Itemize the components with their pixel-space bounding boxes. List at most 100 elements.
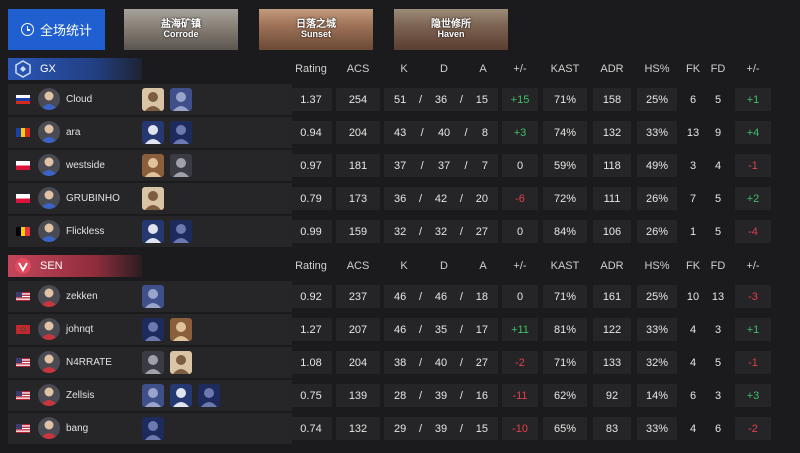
player-row[interactable]: zekken 0.92 237 46 / 46 / 18 0 71% 161 25% 10 13 -3 — [8, 281, 792, 312]
stat-fk: 4 — [689, 323, 697, 336]
player-name[interactable]: zekken — [66, 281, 98, 312]
team-name-badge: GX — [8, 58, 142, 80]
column-header: A — [479, 63, 487, 75]
column-header: +/- — [513, 260, 527, 272]
agent-portrait-icon — [142, 417, 164, 440]
stat-k: 32 — [394, 225, 407, 238]
stat-kast: 71% — [543, 285, 587, 308]
agent-portrait-icon — [170, 351, 192, 374]
agent-portrait-icon — [170, 220, 192, 243]
player-name[interactable]: westside — [66, 150, 105, 181]
stat-rating: 1.37 — [290, 88, 332, 111]
stat-pm: 0 — [502, 220, 538, 243]
player-row[interactable]: ara 0.94 204 43 / 40 / 8 +3 74% 132 33% 13 9 +4 — [8, 117, 792, 148]
stat-adr: 83 — [593, 417, 631, 440]
stat-pm: 0 — [502, 154, 538, 177]
stat-fk: 1 — [689, 225, 697, 238]
flag-usa-icon — [16, 292, 30, 301]
stat-kast: 71% — [543, 88, 587, 111]
agent-portrait-icon — [142, 88, 164, 111]
player-name[interactable]: N4RRATE — [66, 347, 112, 378]
map-name-en: Sunset — [300, 29, 331, 40]
stat-d: 40 — [434, 356, 448, 369]
stat-d: 46 — [434, 290, 448, 303]
stat-pm: -10 — [502, 417, 538, 440]
kda-cell: 29 / 39 / 15 — [384, 417, 498, 440]
stat-a: 18 — [475, 290, 488, 303]
stat-acs: 237 — [336, 285, 380, 308]
column-header: ADR — [600, 63, 624, 75]
player-row[interactable]: Cloud 1.37 254 51 / 36 / 15 +15 71% 158 25% 6 5 +1 — [8, 84, 792, 115]
stat-adr: 158 — [593, 88, 631, 111]
stat-rating: 0.79 — [290, 187, 332, 210]
stat-hs: 33% — [637, 121, 677, 144]
stat-acs: 204 — [336, 351, 380, 374]
stat-k: 46 — [394, 290, 407, 303]
stat-adr: 132 — [593, 121, 631, 144]
player-row[interactable]: N4RRATE 1.08 204 38 / 40 / 27 -2 71% 133 32% 4 5 -1 — [8, 347, 792, 378]
player-name[interactable]: bang — [66, 413, 88, 444]
tab-overall-stats[interactable]: 全场统计 — [8, 9, 105, 50]
kda-separator: / — [459, 225, 463, 238]
kda-separator: / — [464, 126, 468, 139]
kda-cell: 38 / 40 / 27 — [384, 351, 498, 374]
tab-map-corrode[interactable]: 盐海矿镇 Corrode — [124, 9, 238, 50]
kda-cell: 32 / 32 / 27 — [384, 220, 498, 243]
player-row[interactable]: bang 0.74 132 29 / 39 / 15 -10 65% 83 33% 4 6 -2 — [8, 413, 792, 444]
column-header: FD — [710, 260, 726, 272]
avatar — [38, 417, 60, 439]
stat-fk: 6 — [689, 93, 697, 106]
stat-rating: 1.08 — [290, 351, 332, 374]
stat-d: 40 — [437, 126, 451, 139]
player-row[interactable]: Flickless 0.99 159 32 / 32 / 27 0 84% 106 26% 1 5 -4 — [8, 216, 792, 247]
agent-portrait-icon — [170, 154, 192, 177]
stat-rating: 0.97 — [290, 154, 332, 177]
player-row[interactable]: Zellsis 0.75 139 28 / 39 / 16 -11 62% 92 14% 6 3 +3 — [8, 380, 792, 411]
player-row[interactable]: GRUBINHO 0.79 173 36 / 42 / 20 -6 72% 111 26% 7 5 +2 — [8, 183, 792, 214]
flag-morocco-icon — [16, 325, 30, 334]
kda-cell: 36 / 42 / 20 — [384, 187, 498, 210]
stat-fk: 4 — [689, 356, 697, 369]
stat-a: 27 — [475, 356, 488, 369]
kda-separator: / — [419, 290, 423, 303]
player-name[interactable]: johnqt — [66, 314, 93, 345]
player-name[interactable]: Zellsis — [66, 380, 94, 411]
stat-fd: 9 — [714, 126, 722, 139]
tab-map-haven[interactable]: 隐世修所 Haven — [394, 9, 508, 50]
kda-cell: 28 / 39 / 16 — [384, 384, 498, 407]
agent-portrait-icon — [170, 318, 192, 341]
stat-acs: 132 — [336, 417, 380, 440]
stat-d: 39 — [434, 389, 448, 402]
column-header: KAST — [550, 63, 580, 75]
stat-pm: +11 — [502, 318, 538, 341]
stat-d: 42 — [434, 192, 448, 205]
kda-separator: / — [419, 192, 423, 205]
agent-portrait-icon — [142, 318, 164, 341]
column-header: A — [479, 260, 487, 272]
column-header: KAST — [550, 260, 580, 272]
player-row[interactable]: johnqt 1.27 207 46 / 35 / 17 +11 81% 122 33% 4 3 +1 — [8, 314, 792, 345]
agent-portrait-icon — [170, 88, 192, 111]
stat-a: 20 — [475, 192, 488, 205]
player-row[interactable]: westside 0.97 181 37 / 37 / 7 0 59% 118 49% 3 4 -1 — [8, 150, 792, 181]
player-name[interactable]: Cloud — [66, 84, 92, 115]
stat-a: 27 — [475, 225, 488, 238]
stat-fd: 3 — [714, 389, 722, 402]
player-name[interactable]: ara — [66, 117, 80, 148]
flag-poland-icon — [16, 194, 30, 203]
player-name[interactable]: GRUBINHO — [66, 183, 120, 214]
kda-separator: / — [459, 290, 463, 303]
stat-fd: 3 — [714, 323, 722, 336]
column-header: ACS — [346, 260, 370, 272]
player-name[interactable]: Flickless — [66, 216, 104, 247]
kda-separator: / — [459, 93, 463, 106]
stat-a: 8 — [481, 126, 488, 139]
stat-adr: 133 — [593, 351, 631, 374]
stat-d: 35 — [434, 323, 448, 336]
kda-cell: 43 / 40 / 8 — [384, 121, 498, 144]
stat-pm: -11 — [502, 384, 538, 407]
tab-map-sunset[interactable]: 日落之城 Sunset — [259, 9, 373, 50]
agent-portrait-icon — [142, 187, 164, 210]
column-header: FK — [685, 63, 701, 75]
column-header: K — [400, 63, 408, 75]
